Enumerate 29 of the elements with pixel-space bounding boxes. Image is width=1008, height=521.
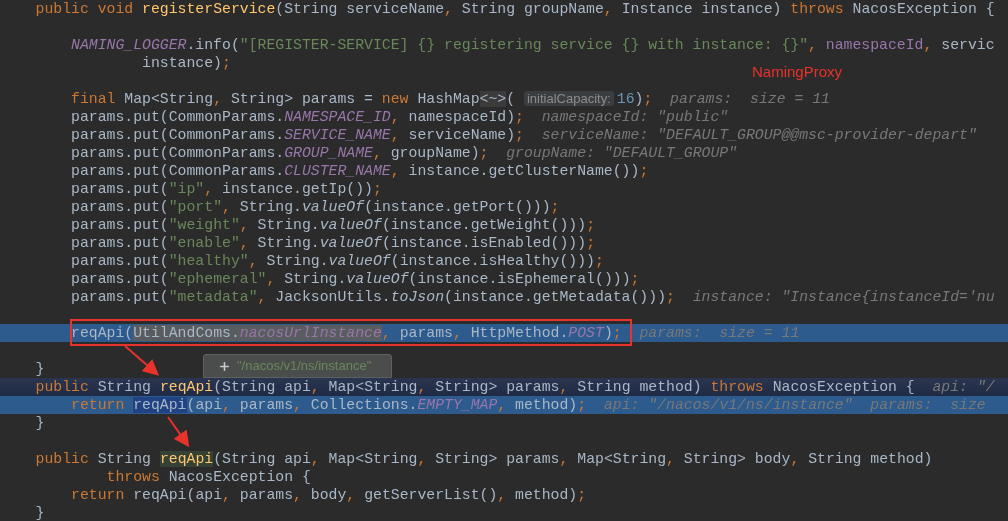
code-line: params.put("weight", String.valueOf(instance.getWeight())); xyxy=(71,216,595,234)
pointer-arrow xyxy=(124,345,159,376)
code-line: return reqApi(api, params, body, getServerList(), method); xyxy=(71,486,587,504)
tooltip-text: "/nacos/v1/ns/instance" xyxy=(237,357,372,376)
code-line: NAMING_LOGGER.info("[REGISTER-SERVICE] {} registering service {} with instance: {}", namespaceId, servic xyxy=(71,36,995,54)
code-line: params.put("port", String.valueOf(instance.getPort())); xyxy=(71,198,560,216)
code-line: params.put(CommonParams.NAMESPACE_ID, namespaceId); namespaceId: "public" xyxy=(71,108,729,126)
code-line: params.put(CommonParams.CLUSTER_NAME, instance.getClusterName()); xyxy=(71,162,649,180)
code-line: params.put(CommonParams.GROUP_NAME, groupName); groupName: "DEFAULT_GROUP" xyxy=(71,144,738,162)
plus-icon xyxy=(218,359,231,373)
code-line: params.put("enable", String.valueOf(instance.isEnabled())); xyxy=(71,234,595,252)
code-line: public void registerService(String serviceName, String groupName, Instance instance) throws NacosException { xyxy=(35,0,995,18)
code-line: params.put(CommonParams.SERVICE_NAME, serviceName); serviceName: "DEFAULT_GROUP@@msc-provider-depart" xyxy=(71,126,977,144)
code-line: params.put("healthy", String.valueOf(instance.isHealthy())); xyxy=(71,252,604,270)
code-line: public String reqApi(String api, Map<String, String> params, Map<String, String> body, String method) xyxy=(35,450,933,468)
code-line: } xyxy=(35,360,45,378)
code-line: return reqApi(api, params, Collections.EMPTY_MAP, method); api: "/nacos/v1/ns/instance" params: size xyxy=(71,396,986,414)
code-line: public String reqApi(String api, Map<String, String> params, String method) throws NacosException { api: "/ xyxy=(35,378,995,396)
code-line: instance); xyxy=(142,54,231,72)
code-line: } xyxy=(35,504,45,521)
class-label: NamingProxy xyxy=(752,62,843,82)
code-line: params.put("ephemeral", String.valueOf(instance.isEphemeral())); xyxy=(71,270,640,288)
pointer-arrow xyxy=(167,416,190,448)
code-line: final Map<String, String> params = new HashMap<~>( initialCapacity: 16); params: size = 11 xyxy=(71,90,830,108)
code-line: params.put("metadata", JacksonUtils.toJson(instance.getMetadata())); instance: "Instance{instanceId='nu xyxy=(71,288,995,306)
code-line: params.put("ip", instance.getIp()); xyxy=(71,180,382,198)
code-line: } xyxy=(35,414,45,432)
code-line: reqApi(UtilAndComs.nacosUrlInstance, params, HttpMethod.POST); params: size = 11 xyxy=(71,324,800,342)
code-line: throws NacosException { xyxy=(106,468,311,486)
